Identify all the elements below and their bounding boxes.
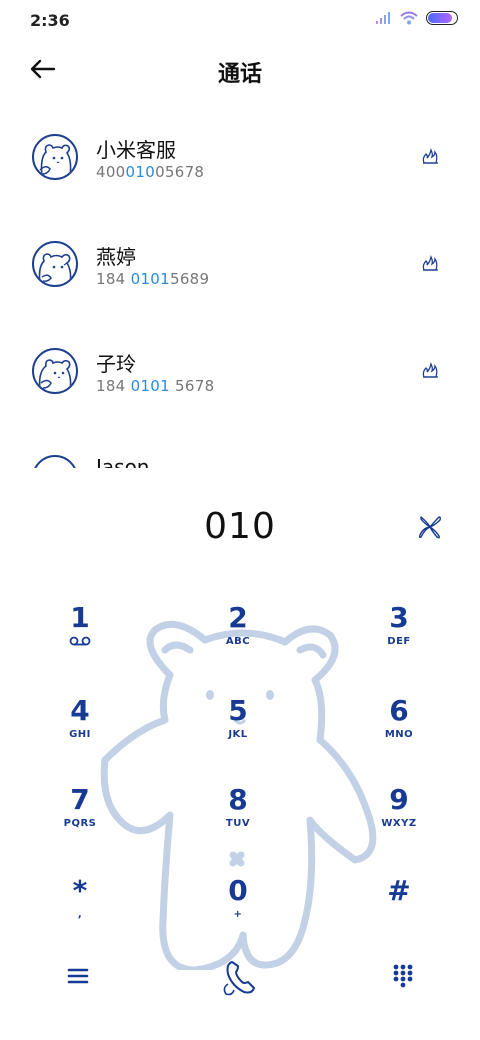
contact-row[interactable]: 子玲 184 0101 5678 — [0, 326, 480, 426]
contact-name: Jason — [96, 455, 150, 468]
key-6[interactable]: 6 MNO — [344, 695, 454, 765]
dial-keypad: 1 2 ABC 3 DEF 4 GHI 5 JKL 6 MNO 7 PQRS 8… — [0, 590, 480, 970]
key-5[interactable]: 5 JKL — [183, 695, 293, 765]
key-letters: GHI — [69, 729, 91, 740]
key-8[interactable]: 8 TUV — [183, 784, 293, 854]
contact-name: 子玲 — [96, 352, 136, 376]
bear-avatar-icon — [39, 144, 72, 177]
contact-name: 小米客服 — [96, 138, 176, 162]
avatar — [32, 455, 78, 468]
call-icon[interactable] — [420, 253, 440, 273]
key-digit: 7 — [70, 783, 90, 816]
key-1[interactable]: 1 — [25, 602, 135, 672]
contact-row[interactable]: 燕婷 184 01015689 — [0, 219, 480, 319]
key-digit: # — [387, 874, 411, 907]
key-digit: 2 — [228, 601, 248, 634]
key-digit: 3 — [389, 601, 409, 634]
key-letters: WXYZ — [381, 818, 417, 829]
key-letters: TUV — [225, 818, 251, 829]
menu-button[interactable] — [64, 964, 92, 988]
key-digit: 6 — [389, 694, 409, 727]
keypad-grid-icon — [393, 964, 413, 988]
key-hash[interactable]: # — [344, 875, 454, 945]
key-digit: 4 — [70, 694, 90, 727]
avatar — [32, 134, 78, 180]
voicemail-icon — [69, 636, 91, 646]
key-digit: 8 — [228, 783, 248, 816]
key-9[interactable]: 9 WXYZ — [344, 784, 454, 854]
bottom-bar — [0, 950, 480, 1010]
key-digit: 0 — [228, 874, 248, 907]
contact-number: 184 0101 5678 — [96, 377, 215, 395]
contact-number: 184 01015689 — [96, 270, 210, 288]
key-digit: 9 — [389, 783, 409, 816]
phone-doodle-icon — [422, 255, 438, 271]
phone-doodle-icon — [422, 362, 438, 378]
contact-name: 燕婷 — [96, 245, 136, 269]
key-digit: * — [72, 874, 88, 907]
dialed-number: 010 — [204, 506, 276, 547]
key-3[interactable]: 3 DEF — [344, 602, 454, 672]
avatar — [32, 241, 78, 287]
clear-x-icon — [418, 516, 442, 539]
key-letters: DEF — [387, 636, 411, 647]
dial-input-area: 010 — [0, 500, 480, 560]
signal-icon — [376, 12, 390, 24]
contact-list[interactable]: 小米客服 40001005678 燕婷 184 01015689 子玲 184 … — [0, 112, 480, 468]
key-letters: JKL — [228, 729, 248, 740]
battery-icon — [426, 11, 458, 25]
wifi-icon — [400, 11, 418, 25]
key-letters: + — [233, 909, 243, 920]
status-bar: 2:36 — [0, 0, 480, 40]
key-letters: MNO — [384, 729, 414, 740]
key-digit: 5 — [228, 694, 248, 727]
page-title: 通话 — [217, 62, 262, 87]
key-7[interactable]: 7 PQRS — [25, 784, 135, 854]
battery-level — [428, 13, 452, 23]
phone-doodle-icon — [422, 148, 438, 164]
status-time: 2:36 — [30, 11, 70, 30]
key-letters: ABC — [225, 636, 251, 647]
call-icon[interactable] — [420, 146, 440, 166]
contact-row[interactable]: Jason — [0, 433, 480, 468]
key-4[interactable]: 4 GHI — [25, 695, 135, 765]
key-letters: PQRS — [63, 818, 97, 829]
keypad-toggle-button[interactable] — [390, 962, 416, 988]
contact-number: 40001005678 — [96, 163, 205, 181]
key-2[interactable]: 2 ABC — [183, 602, 293, 672]
key-digit: 1 — [70, 601, 90, 634]
key-letters: , — [77, 909, 83, 920]
contact-row[interactable]: 小米客服 40001005678 — [0, 112, 480, 212]
phone-call-icon — [223, 961, 255, 996]
call-icon[interactable] — [420, 360, 440, 380]
bear-avatar-icon — [38, 253, 72, 284]
clear-button[interactable] — [418, 514, 442, 540]
app-header: 通话 — [0, 48, 480, 92]
key-0[interactable]: 0 + — [183, 875, 293, 945]
status-icons — [376, 11, 458, 25]
call-button[interactable] — [218, 954, 262, 998]
menu-icon — [67, 968, 89, 984]
key-star[interactable]: * , — [25, 875, 135, 945]
avatar — [32, 348, 78, 394]
bear-avatar-icon — [38, 359, 72, 391]
